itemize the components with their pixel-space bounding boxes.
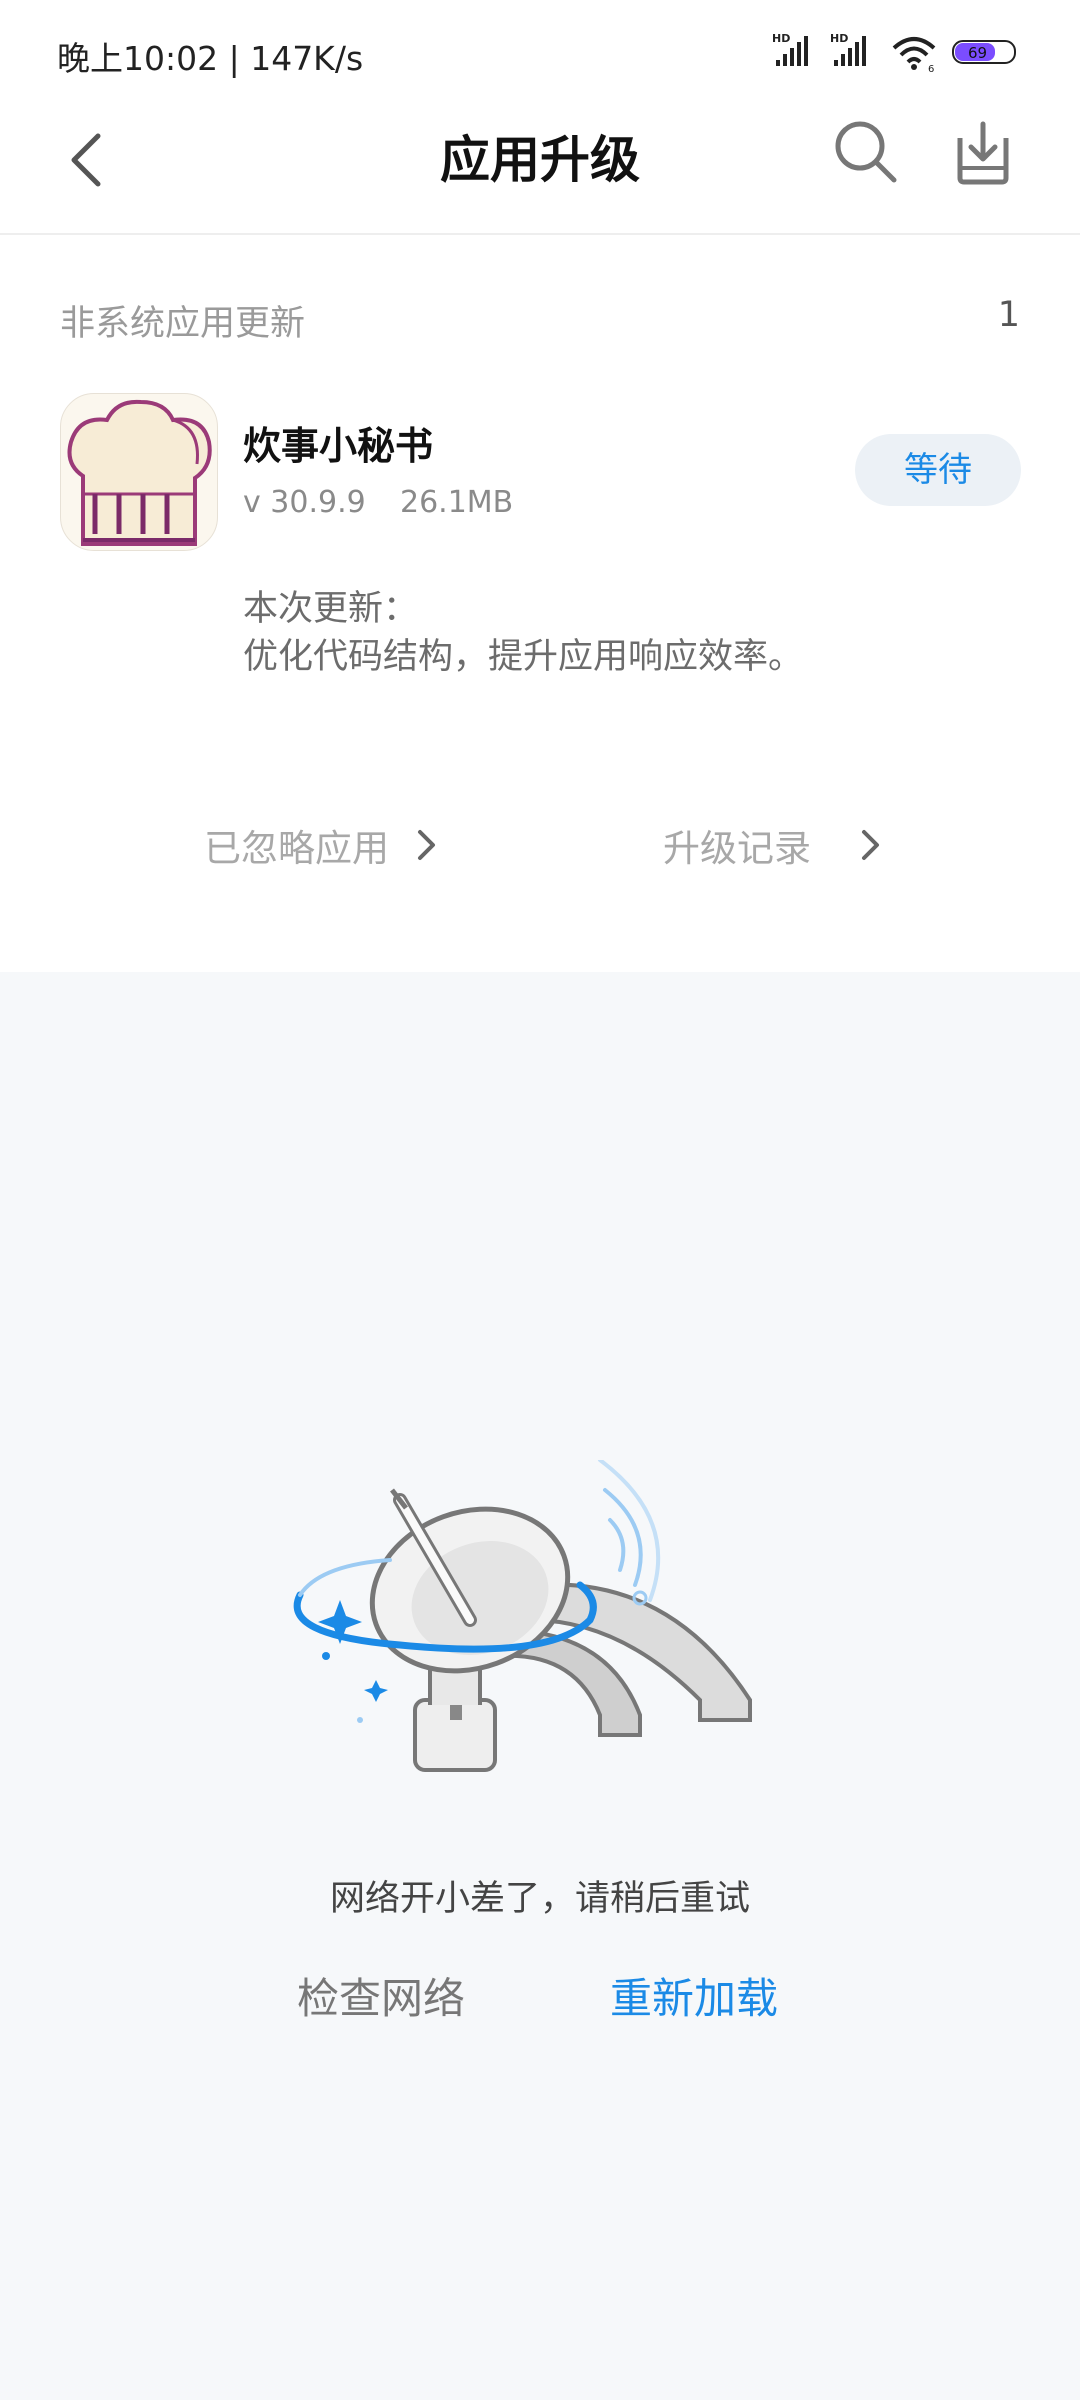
battery-icon: 69: [952, 40, 1016, 64]
reload-button[interactable]: 重新加载: [610, 1965, 778, 2026]
app-size: 26.1MB: [400, 485, 514, 520]
page-title: 应用升级: [440, 131, 640, 189]
signal2-label: HD: [830, 32, 848, 45]
update-list-card: 非系统应用更新 1 炊事小秘书 v 30.9.9 26.1MB 等待 本次更新：…: [0, 235, 1080, 972]
app-icon[interactable]: [60, 393, 218, 551]
download-manager-button[interactable]: [950, 120, 1016, 186]
ignored-apps-link[interactable]: 已忽略应用: [204, 815, 439, 875]
check-network-button[interactable]: 检查网络: [297, 1965, 465, 2026]
screen: 晚上10:02 | 147K/s HD HD 6 69 应用升级 非系统应用更新…: [0, 0, 1080, 2400]
upgrade-history-label: 升级记录: [663, 827, 811, 870]
ignored-apps-label: 已忽略应用: [204, 827, 389, 870]
search-icon: [835, 121, 897, 183]
app-name: 炊事小秘书: [243, 424, 434, 468]
section-title: 非系统应用更新: [60, 304, 306, 344]
status-bar: 晚上10:02 | 147K/s HD HD 6 69: [0, 0, 1080, 100]
error-message: 网络开小差了，请稍后重试: [329, 1879, 750, 1919]
search-button[interactable]: [832, 118, 900, 186]
chevron-right-icon: [862, 830, 879, 860]
section-count: 1: [997, 295, 1020, 335]
signal1-label: HD: [772, 32, 790, 45]
chevron-right-icon: [418, 830, 435, 860]
chef-hat-icon: [67, 399, 212, 546]
signal-icon: HD: [830, 32, 866, 66]
update-notes-text: 优化代码结构，提升应用响应效率。: [243, 637, 804, 677]
app-version: v 30.9.9: [243, 485, 366, 520]
header: 应用升级: [0, 100, 1080, 235]
update-notes-title: 本次更新：: [243, 589, 419, 629]
signal-icon: HD: [772, 32, 808, 66]
wifi-label: 6: [928, 64, 934, 74]
download-icon: [957, 121, 1009, 185]
satellite-dish-icon: [293, 1460, 752, 1772]
battery-level: 69: [968, 44, 987, 62]
status-icons: HD HD 6 69: [772, 32, 1016, 74]
status-time: 晚上10:02 | 147K/s: [57, 39, 364, 78]
upgrade-history-link[interactable]: 升级记录: [663, 815, 883, 875]
wait-button[interactable]: 等待: [855, 434, 1021, 506]
wifi-icon: 6: [892, 37, 936, 74]
